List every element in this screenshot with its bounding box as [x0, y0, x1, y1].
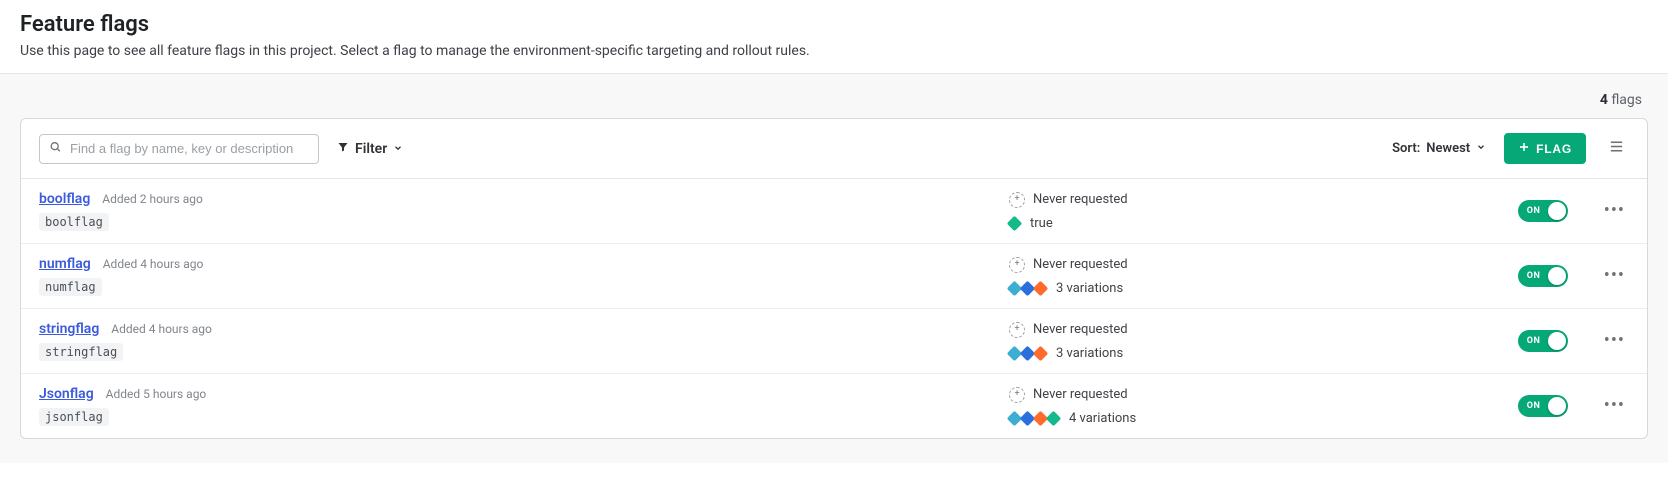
flag-row: stringflag Added 4 hours ago stringflag + Ne…	[21, 309, 1647, 374]
toolbar: Filter Sort: Newest Flag	[21, 119, 1647, 179]
flag-name-link[interactable]: numflag	[39, 256, 91, 272]
flag-toggle[interactable]: ON	[1518, 395, 1568, 417]
flag-main: stringflag Added 4 hours ago stringflag	[39, 321, 993, 361]
flag-toggle[interactable]: ON	[1518, 200, 1568, 222]
view-options-button[interactable]	[1604, 134, 1629, 163]
filter-label: Filter	[355, 141, 387, 157]
flag-row: Jsonflag Added 5 hours ago jsonflag + Never …	[21, 374, 1647, 438]
add-flag-label: Flag	[1536, 142, 1572, 156]
flag-added-label: Added 4 hours ago	[103, 257, 204, 271]
flag-controls: ON •••	[1245, 393, 1629, 419]
row-menu-button[interactable]: •••	[1600, 198, 1629, 224]
page-subtitle: Use this page to see all feature flags i…	[20, 43, 1648, 59]
toggle-label: ON	[1527, 271, 1541, 281]
flag-key: numflag	[39, 278, 102, 296]
flag-main: numflagAdded 4 hours agonumflag	[39, 256, 993, 296]
flag-name-link[interactable]: stringflag	[39, 321, 99, 337]
content-area: 4 flags Filter Sort:	[0, 74, 1668, 463]
flag-status: + Never requested 3 variations	[1009, 322, 1229, 361]
flag-count-number: 4	[1600, 92, 1608, 108]
flag-row: boolflag Added 2 hours ago boolflag + Never …	[21, 179, 1647, 244]
variation-diamond-icon	[1033, 280, 1049, 296]
requested-label: Never requested	[1033, 387, 1128, 402]
page-header: Feature flags Use this page to see all f…	[0, 0, 1668, 74]
flag-toggle[interactable]: ON	[1518, 330, 1568, 352]
requested-label: Never requested	[1033, 257, 1128, 272]
page-title: Feature flags	[20, 12, 1648, 37]
flag-key: stringflag	[39, 343, 123, 361]
variation-diamonds	[1009, 218, 1022, 229]
flag-added-label: Added 5 hours ago	[106, 387, 207, 401]
toggle-label: ON	[1527, 401, 1541, 411]
flag-status: + Never requested 4 variations	[1009, 387, 1229, 426]
toggle-label: ON	[1527, 206, 1541, 216]
filter-button[interactable]: Filter	[337, 141, 403, 157]
add-flag-button[interactable]: Flag	[1504, 133, 1586, 164]
variation-diamond-icon	[1046, 410, 1062, 426]
variation-diamond-icon	[1033, 345, 1049, 361]
variation-diamond-icon	[1007, 215, 1023, 231]
flag-key: jsonflag	[39, 408, 109, 426]
flag-key: boolflag	[39, 213, 109, 231]
flag-status: + Never requested true	[1009, 192, 1229, 231]
flags-panel: Filter Sort: Newest Flag	[20, 118, 1648, 439]
flag-count: 4 flags	[20, 86, 1648, 118]
toggle-knob	[1548, 332, 1566, 350]
search-wrap	[39, 134, 319, 164]
add-status-icon[interactable]: +	[1009, 387, 1025, 403]
variation-diamonds	[1009, 348, 1048, 359]
variation-diamonds	[1009, 283, 1048, 294]
flag-main: boolflag Added 2 hours ago boolflag	[39, 191, 993, 231]
toggle-knob	[1548, 397, 1566, 415]
flag-count-label: flags	[1611, 92, 1642, 108]
sort-dropdown[interactable]: Sort: Newest	[1392, 141, 1486, 156]
row-menu-button[interactable]: •••	[1600, 263, 1629, 289]
flag-name-link[interactable]: Jsonflag	[39, 386, 94, 402]
filter-icon	[337, 141, 349, 157]
toggle-knob	[1548, 267, 1566, 285]
chevron-down-icon	[393, 141, 403, 157]
requested-label: Never requested	[1033, 322, 1128, 337]
flag-row: numflagAdded 4 hours agonumflag+Never re…	[21, 244, 1647, 309]
row-menu-button[interactable]: •••	[1600, 393, 1629, 419]
flag-controls: ON •••	[1245, 328, 1629, 354]
toggle-knob	[1548, 202, 1566, 220]
toggle-label: ON	[1527, 336, 1541, 346]
variation-label: 3 variations	[1056, 346, 1123, 361]
add-status-icon[interactable]: +	[1009, 192, 1025, 208]
flag-controls: ON •••	[1245, 198, 1629, 224]
row-menu-button[interactable]: •••	[1600, 328, 1629, 354]
flag-added-label: Added 4 hours ago	[111, 322, 212, 336]
flag-list: boolflag Added 2 hours ago boolflag + Never …	[21, 179, 1647, 438]
flag-added-label: Added 2 hours ago	[102, 192, 203, 206]
requested-label: Never requested	[1033, 192, 1128, 207]
add-status-icon[interactable]: +	[1009, 322, 1025, 338]
flag-toggle[interactable]: ON	[1518, 265, 1568, 287]
flag-controls: ON •••	[1245, 263, 1629, 289]
flag-status: + Never requested 3 variations	[1009, 257, 1229, 296]
variation-diamonds	[1009, 413, 1061, 424]
sort-label: Sort:	[1392, 141, 1420, 156]
add-status-icon[interactable]: +	[1009, 257, 1025, 273]
search-input[interactable]	[39, 134, 319, 164]
plus-icon	[1518, 141, 1530, 156]
chevron-down-icon	[1476, 141, 1486, 156]
sort-value: Newest	[1426, 141, 1470, 156]
flag-name-link[interactable]: boolflag	[39, 191, 90, 207]
variation-label: 3 variations	[1056, 281, 1123, 296]
variation-label: true	[1030, 216, 1053, 231]
variation-label: 4 variations	[1069, 411, 1136, 426]
flag-main: Jsonflag Added 5 hours ago jsonflag	[39, 386, 993, 426]
